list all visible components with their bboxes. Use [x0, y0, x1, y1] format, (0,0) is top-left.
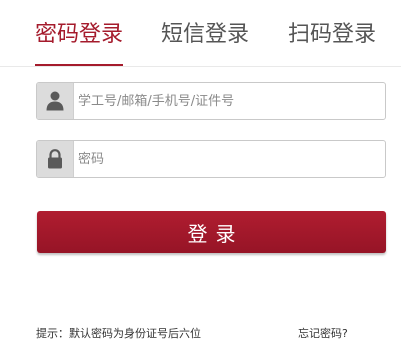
forgot-password-link[interactable]: 忘记密码?	[298, 325, 348, 341]
password-hint: 提示：默认密码为身份证号后六位	[36, 327, 201, 340]
username-input[interactable]	[74, 83, 385, 119]
lock-icon-glyph	[48, 149, 62, 169]
tab-password-login[interactable]: 密码登录	[35, 20, 123, 50]
password-field	[36, 140, 386, 178]
lock-icon	[37, 141, 74, 177]
user-icon	[37, 83, 74, 119]
password-input[interactable]	[74, 141, 385, 177]
user-icon-glyph	[46, 91, 64, 111]
login-tabs: 密码登录 短信登录 扫码登录	[0, 0, 401, 67]
login-button[interactable]: 登录	[37, 211, 386, 253]
tab-sms-login[interactable]: 短信登录	[161, 20, 249, 50]
login-panel: 密码登录 短信登录 扫码登录 登录 提示：默认密码为身份证号后六位 忘记密码?	[0, 0, 401, 351]
username-field	[36, 82, 386, 120]
active-tab-indicator	[35, 64, 123, 66]
tab-qrcode-login[interactable]: 扫码登录	[288, 20, 376, 50]
